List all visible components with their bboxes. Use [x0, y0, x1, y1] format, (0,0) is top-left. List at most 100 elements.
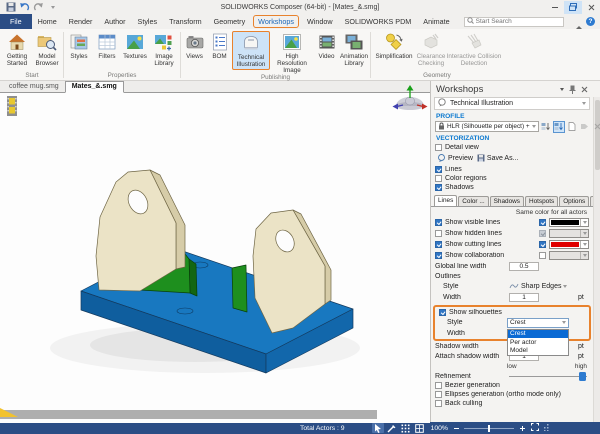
- pin-icon[interactable]: [569, 85, 576, 94]
- show-cutting-lines-checkbox[interactable]: [435, 241, 442, 248]
- styles-button[interactable]: Styles: [65, 31, 93, 60]
- menu-tab-home[interactable]: Home: [32, 15, 63, 28]
- bezier-checkbox[interactable]: [435, 382, 442, 389]
- help-button[interactable]: ?: [586, 17, 595, 26]
- cutting-lines-color-swatch[interactable]: [549, 240, 589, 249]
- lines-row: Lines: [431, 165, 593, 174]
- panel-scrollbar[interactable]: [593, 97, 600, 422]
- undo-icon[interactable]: [19, 2, 30, 13]
- show-hidden-lines-checkbox[interactable]: [435, 230, 442, 237]
- shadows-checkbox[interactable]: [435, 184, 442, 191]
- menu-tab-transform[interactable]: Transform: [163, 15, 207, 28]
- minimize-button[interactable]: [546, 1, 564, 14]
- panel-dropdown-icon[interactable]: [560, 87, 564, 91]
- search-box[interactable]: [463, 16, 564, 27]
- close-button[interactable]: [582, 1, 600, 14]
- menu-tab-render[interactable]: Render: [63, 15, 99, 28]
- zoom-in-button[interactable]: [519, 425, 525, 431]
- search-input[interactable]: [475, 18, 561, 25]
- actor-right-wedge[interactable]: [231, 264, 248, 313]
- profile-sort-button[interactable]: [552, 120, 565, 133]
- video-button[interactable]: Video: [314, 31, 339, 60]
- zoom-out-button[interactable]: [453, 427, 459, 429]
- menu-tab-window[interactable]: Window: [301, 15, 339, 28]
- dropdown-option-crest[interactable]: Crest: [508, 329, 568, 338]
- color-regions-checkbox[interactable]: [435, 175, 442, 182]
- profile-update-button[interactable]: [540, 121, 552, 133]
- collapse-ribbon-icon[interactable]: [576, 17, 582, 29]
- image-library-button[interactable]: Image Library: [149, 31, 179, 67]
- getting-started-button[interactable]: Getting Started: [2, 31, 32, 67]
- cutting-lines-color-checkbox[interactable]: [539, 241, 546, 248]
- filters-button[interactable]: Filters: [93, 31, 121, 60]
- show-silhouettes-checkbox[interactable]: [439, 308, 446, 316]
- menu-tab-styles[interactable]: Styles: [132, 15, 164, 28]
- preview-button[interactable]: Preview: [437, 153, 473, 164]
- redo-icon[interactable]: [33, 2, 44, 13]
- views-button[interactable]: Views: [182, 31, 207, 60]
- textures-button[interactable]: Textures: [121, 31, 149, 60]
- high-resolution-image-button[interactable]: High Resolution Image: [270, 31, 314, 74]
- zoom-slider[interactable]: [463, 424, 514, 432]
- save-as-button[interactable]: Save As...: [477, 154, 518, 164]
- detail-view-checkbox[interactable]: [435, 144, 442, 151]
- visible-lines-color-swatch[interactable]: [549, 218, 589, 227]
- dropdown-option-per-actor[interactable]: Per actor: [508, 338, 568, 347]
- quick-access-dropdown-icon[interactable]: [47, 2, 58, 13]
- doc-tab-mates[interactable]: Mates_&.smg: [64, 81, 124, 93]
- tab-lines[interactable]: Lines: [434, 195, 458, 206]
- menu-tab-geometry[interactable]: Geometry: [208, 15, 252, 28]
- animation-marker-icon[interactable]: [5, 96, 19, 118]
- model-browser-button[interactable]: Model Browser: [32, 31, 62, 67]
- lines-checkbox[interactable]: [435, 166, 442, 173]
- menu-tab-solidworks-pdm[interactable]: SOLIDWORKS PDM: [339, 15, 418, 28]
- profile-combo[interactable]: HLR (Silhouette per object) +: [435, 121, 539, 132]
- outline-style-select[interactable]: Sharp Edges: [509, 282, 573, 292]
- grid-icon[interactable]: [400, 423, 412, 433]
- orientation-compass[interactable]: [392, 84, 428, 118]
- menu-tab-file[interactable]: File: [0, 14, 32, 29]
- maximize-button[interactable]: [564, 0, 582, 14]
- save-icon[interactable]: [5, 2, 16, 13]
- technical-illustration-button[interactable]: Technical Illustration: [232, 31, 270, 71]
- show-collaboration-checkbox[interactable]: [435, 252, 442, 259]
- profile-new-button[interactable]: [566, 121, 578, 133]
- tab-shadows[interactable]: Shadows: [489, 196, 524, 206]
- technical-illustration-tool-icon: [438, 98, 447, 109]
- menu-tab-author[interactable]: Author: [98, 15, 131, 28]
- back-culling-row: Back culling: [431, 399, 593, 408]
- menu-tab-animate[interactable]: Animate: [417, 15, 455, 28]
- collaboration-color-checkbox[interactable]: [539, 252, 546, 259]
- fit-view-icon[interactable]: [530, 423, 539, 433]
- refinement-slider[interactable]: [509, 371, 587, 381]
- viewport-layout-icon[interactable]: [414, 423, 426, 433]
- resize-grip[interactable]: [543, 423, 549, 433]
- profile-row: HLR (Silhouette per object) +: [431, 120, 600, 133]
- bom-button[interactable]: BOM: [207, 31, 232, 60]
- outline-width-input[interactable]: 1: [509, 293, 539, 302]
- ellipses-checkbox[interactable]: [435, 391, 442, 398]
- panel-close-icon[interactable]: [581, 86, 588, 93]
- save-as-icon: [477, 154, 485, 164]
- model-canvas[interactable]: [0, 93, 430, 421]
- profile-export-button[interactable]: [579, 121, 591, 133]
- dropdown-option-model[interactable]: Model: [508, 347, 568, 356]
- refinement-row: Refinement: [431, 371, 593, 381]
- viewport-3d[interactable]: [0, 85, 430, 423]
- workshop-selector[interactable]: Technical Illustration: [434, 97, 590, 110]
- tab-hotspots[interactable]: Hotspots: [524, 196, 559, 206]
- doc-tab-coffee-mug[interactable]: coffee mug.smg: [3, 82, 65, 92]
- select-mode-icon[interactable]: [371, 423, 384, 433]
- simplification-button[interactable]: Simplification: [372, 31, 416, 60]
- back-culling-checkbox[interactable]: [435, 400, 442, 407]
- paint-mode-icon[interactable]: [386, 423, 398, 433]
- tab-color[interactable]: Color ...: [458, 196, 489, 206]
- tab-options[interactable]: Options: [559, 196, 590, 206]
- silhouette-style-combo[interactable]: Crest Crest Per actor Model: [507, 317, 569, 356]
- ellipses-row: Ellipses generation (ortho mode only): [431, 390, 593, 399]
- menu-tab-workshops[interactable]: Workshops: [253, 15, 299, 28]
- show-visible-lines-checkbox[interactable]: [435, 219, 442, 226]
- visible-lines-color-checkbox[interactable]: [539, 219, 546, 226]
- animation-library-button[interactable]: Animation Library: [339, 31, 369, 67]
- global-line-width-input[interactable]: 0.5: [509, 262, 539, 271]
